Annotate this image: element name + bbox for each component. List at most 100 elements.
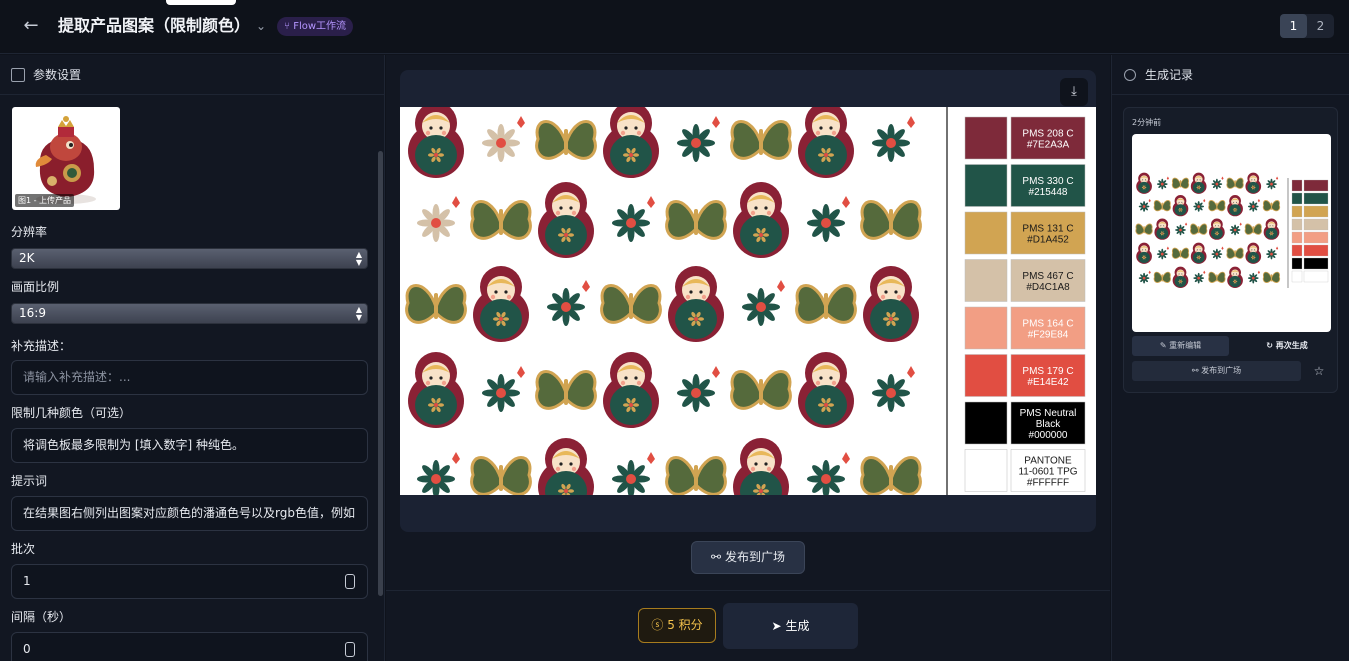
resolution-select[interactable]: 2K ▲ ▼: [11, 248, 368, 269]
refresh-icon: ↻: [1266, 341, 1273, 350]
publish-button[interactable]: ⚯ 发布到广场: [691, 541, 805, 574]
cost-label: 5 积分: [667, 618, 703, 632]
prompt-input[interactable]: 在结果图右侧列出图案对应颜色的潘通色号以及rgb色值，例如: [11, 496, 368, 531]
preview-swatch: [1291, 218, 1303, 231]
color-limit-label: 限制几种颜色（可选）: [11, 406, 132, 420]
preview-motif: [1154, 218, 1171, 240]
coin-icon: ⓢ: [651, 618, 664, 632]
swatch-label: #E14E42: [1027, 377, 1069, 388]
history-preview-image: [1135, 172, 1329, 288]
pattern-motif: [807, 452, 850, 495]
preview-motif: [1211, 176, 1224, 190]
preview-swatch: [1303, 218, 1329, 231]
tab-indicator: [166, 0, 236, 5]
pattern-motif: [730, 120, 792, 160]
batch-value: 1: [23, 574, 31, 588]
preview-motif: [1190, 242, 1207, 264]
preview-motif: [1266, 176, 1279, 190]
swatch: PMS NeutralBlack#000000: [964, 401, 1086, 445]
regenerate-button[interactable]: ↻ 再次生成: [1242, 336, 1332, 356]
stepper-icon[interactable]: [345, 642, 355, 657]
pattern-motif: [408, 107, 464, 178]
stepper-icon[interactable]: [345, 574, 355, 589]
back-arrow-icon[interactable]: ←: [20, 15, 42, 37]
share-icon: ⚯: [1191, 366, 1199, 375]
preview-motif: [1227, 195, 1243, 217]
pattern-motif: [612, 452, 655, 495]
preview-motif: [1227, 266, 1243, 288]
resolution-value: 2K: [19, 251, 35, 265]
pattern-motif: [547, 280, 590, 326]
preview-motif: [1156, 176, 1169, 190]
swatch: PMS 164 C#F29E84: [964, 306, 1086, 350]
history-icon: [1124, 68, 1136, 81]
preview-motif: [1193, 270, 1206, 284]
pattern-motif: [733, 438, 789, 495]
pattern-motif: [603, 107, 659, 178]
re-edit-button[interactable]: ✎ 重新编辑: [1132, 336, 1229, 356]
share-icon: ⚯: [711, 550, 722, 564]
color-limit-input[interactable]: 将调色板最多限制为 [填入数字] 种纯色。: [11, 428, 368, 463]
history-preview[interactable]: [1132, 134, 1331, 332]
history-title: 生成记录: [1145, 68, 1194, 82]
pattern-motif: [417, 196, 460, 242]
extra-description-input[interactable]: 请输入补充描述：...: [11, 360, 368, 395]
download-icon[interactable]: ⤓: [1060, 78, 1088, 106]
preview-motif: [1171, 177, 1190, 189]
swatch-label: PMS 467 C: [1022, 271, 1073, 282]
preview-motif: [1135, 223, 1153, 235]
page-1-button[interactable]: 1: [1280, 14, 1307, 38]
swatch-label: PMS 164 C: [1022, 319, 1073, 330]
page-2-button[interactable]: 2: [1307, 14, 1334, 38]
preview-motif: [1244, 223, 1262, 235]
swatch-label: PMS 330 C: [1022, 176, 1073, 187]
history-card: 2分钟前 ✎ 重新编辑 ↻ 再次生成 ⚯ 发布到广场 ☆: [1123, 107, 1338, 393]
preview-swatch: [1303, 270, 1329, 283]
preview-swatch: [1291, 257, 1303, 270]
cost-badge: ⓢ 5 积分: [638, 608, 716, 643]
history-publish-button[interactable]: ⚯ 发布到广场: [1132, 361, 1301, 381]
swatch-label: PMS 131 C: [1022, 224, 1073, 235]
parameter-panel: 参数设置 图1 - 上传产品 分辨率 2K ▲ ▼ 画面比例 16:9 ▲ ▼ 补充…: [0, 55, 385, 661]
swatch-label: Black: [1036, 419, 1061, 430]
star-icon[interactable]: ☆: [1308, 361, 1330, 381]
preview-motif: [1262, 271, 1281, 283]
preview-motif: [1211, 246, 1224, 260]
preview-motif: [1138, 270, 1151, 284]
preview-motif: [1136, 172, 1152, 194]
preview-motif: [1245, 242, 1262, 264]
pattern-motif: [603, 352, 659, 428]
preview-swatch: [1291, 231, 1303, 244]
batch-input[interactable]: 1: [11, 564, 368, 599]
generate-button[interactable]: ➤ 生成: [723, 603, 858, 649]
preview-motif: [1208, 271, 1226, 283]
pattern-motif: [795, 284, 857, 324]
ratio-select[interactable]: 16:9 ▲ ▼: [11, 303, 368, 324]
pattern-motif: [405, 284, 467, 324]
preview-swatch: [1291, 192, 1303, 205]
pattern-motif: [807, 196, 850, 242]
pattern-motif: [730, 370, 792, 410]
scrollbar[interactable]: [378, 151, 383, 596]
swatch-label: #F29E84: [1028, 330, 1069, 341]
history-panel: 生成记录 2分钟前 ✎ 重新编辑 ↻ 再次生成 ⚯ 发布到广场 ☆: [1111, 55, 1349, 661]
pattern-motif: [677, 366, 720, 412]
pattern-motif: [665, 456, 727, 495]
chevron-down-icon[interactable]: ⌄: [256, 16, 266, 36]
preview-motif: [1171, 247, 1190, 259]
pattern-motif: [677, 116, 720, 162]
flow-badge-label: Flow工作流: [293, 21, 347, 32]
extra-description-label: 补充描述：: [11, 339, 72, 353]
page-title: 提取产品图案（限制颜色）: [58, 16, 251, 35]
uploaded-product-image[interactable]: 图1 - 上传产品: [12, 107, 120, 210]
preview-swatch: [1303, 231, 1329, 244]
resolution-label: 分辨率: [11, 225, 48, 239]
ratio-label: 画面比例: [11, 280, 60, 294]
generate-label: 生成: [785, 619, 810, 633]
history-publish-label: 发布到广场: [1201, 366, 1242, 375]
swatch: PMS 179 C#E14E42: [964, 354, 1086, 397]
flow-badge: ⑂ Flow工作流: [277, 17, 354, 36]
pattern-motif: [742, 280, 785, 326]
result-image[interactable]: PMS 208 C #7E2A3A PMS 330 C #215448 PMS 131 …: [400, 107, 1096, 495]
interval-input[interactable]: 0: [11, 632, 368, 661]
